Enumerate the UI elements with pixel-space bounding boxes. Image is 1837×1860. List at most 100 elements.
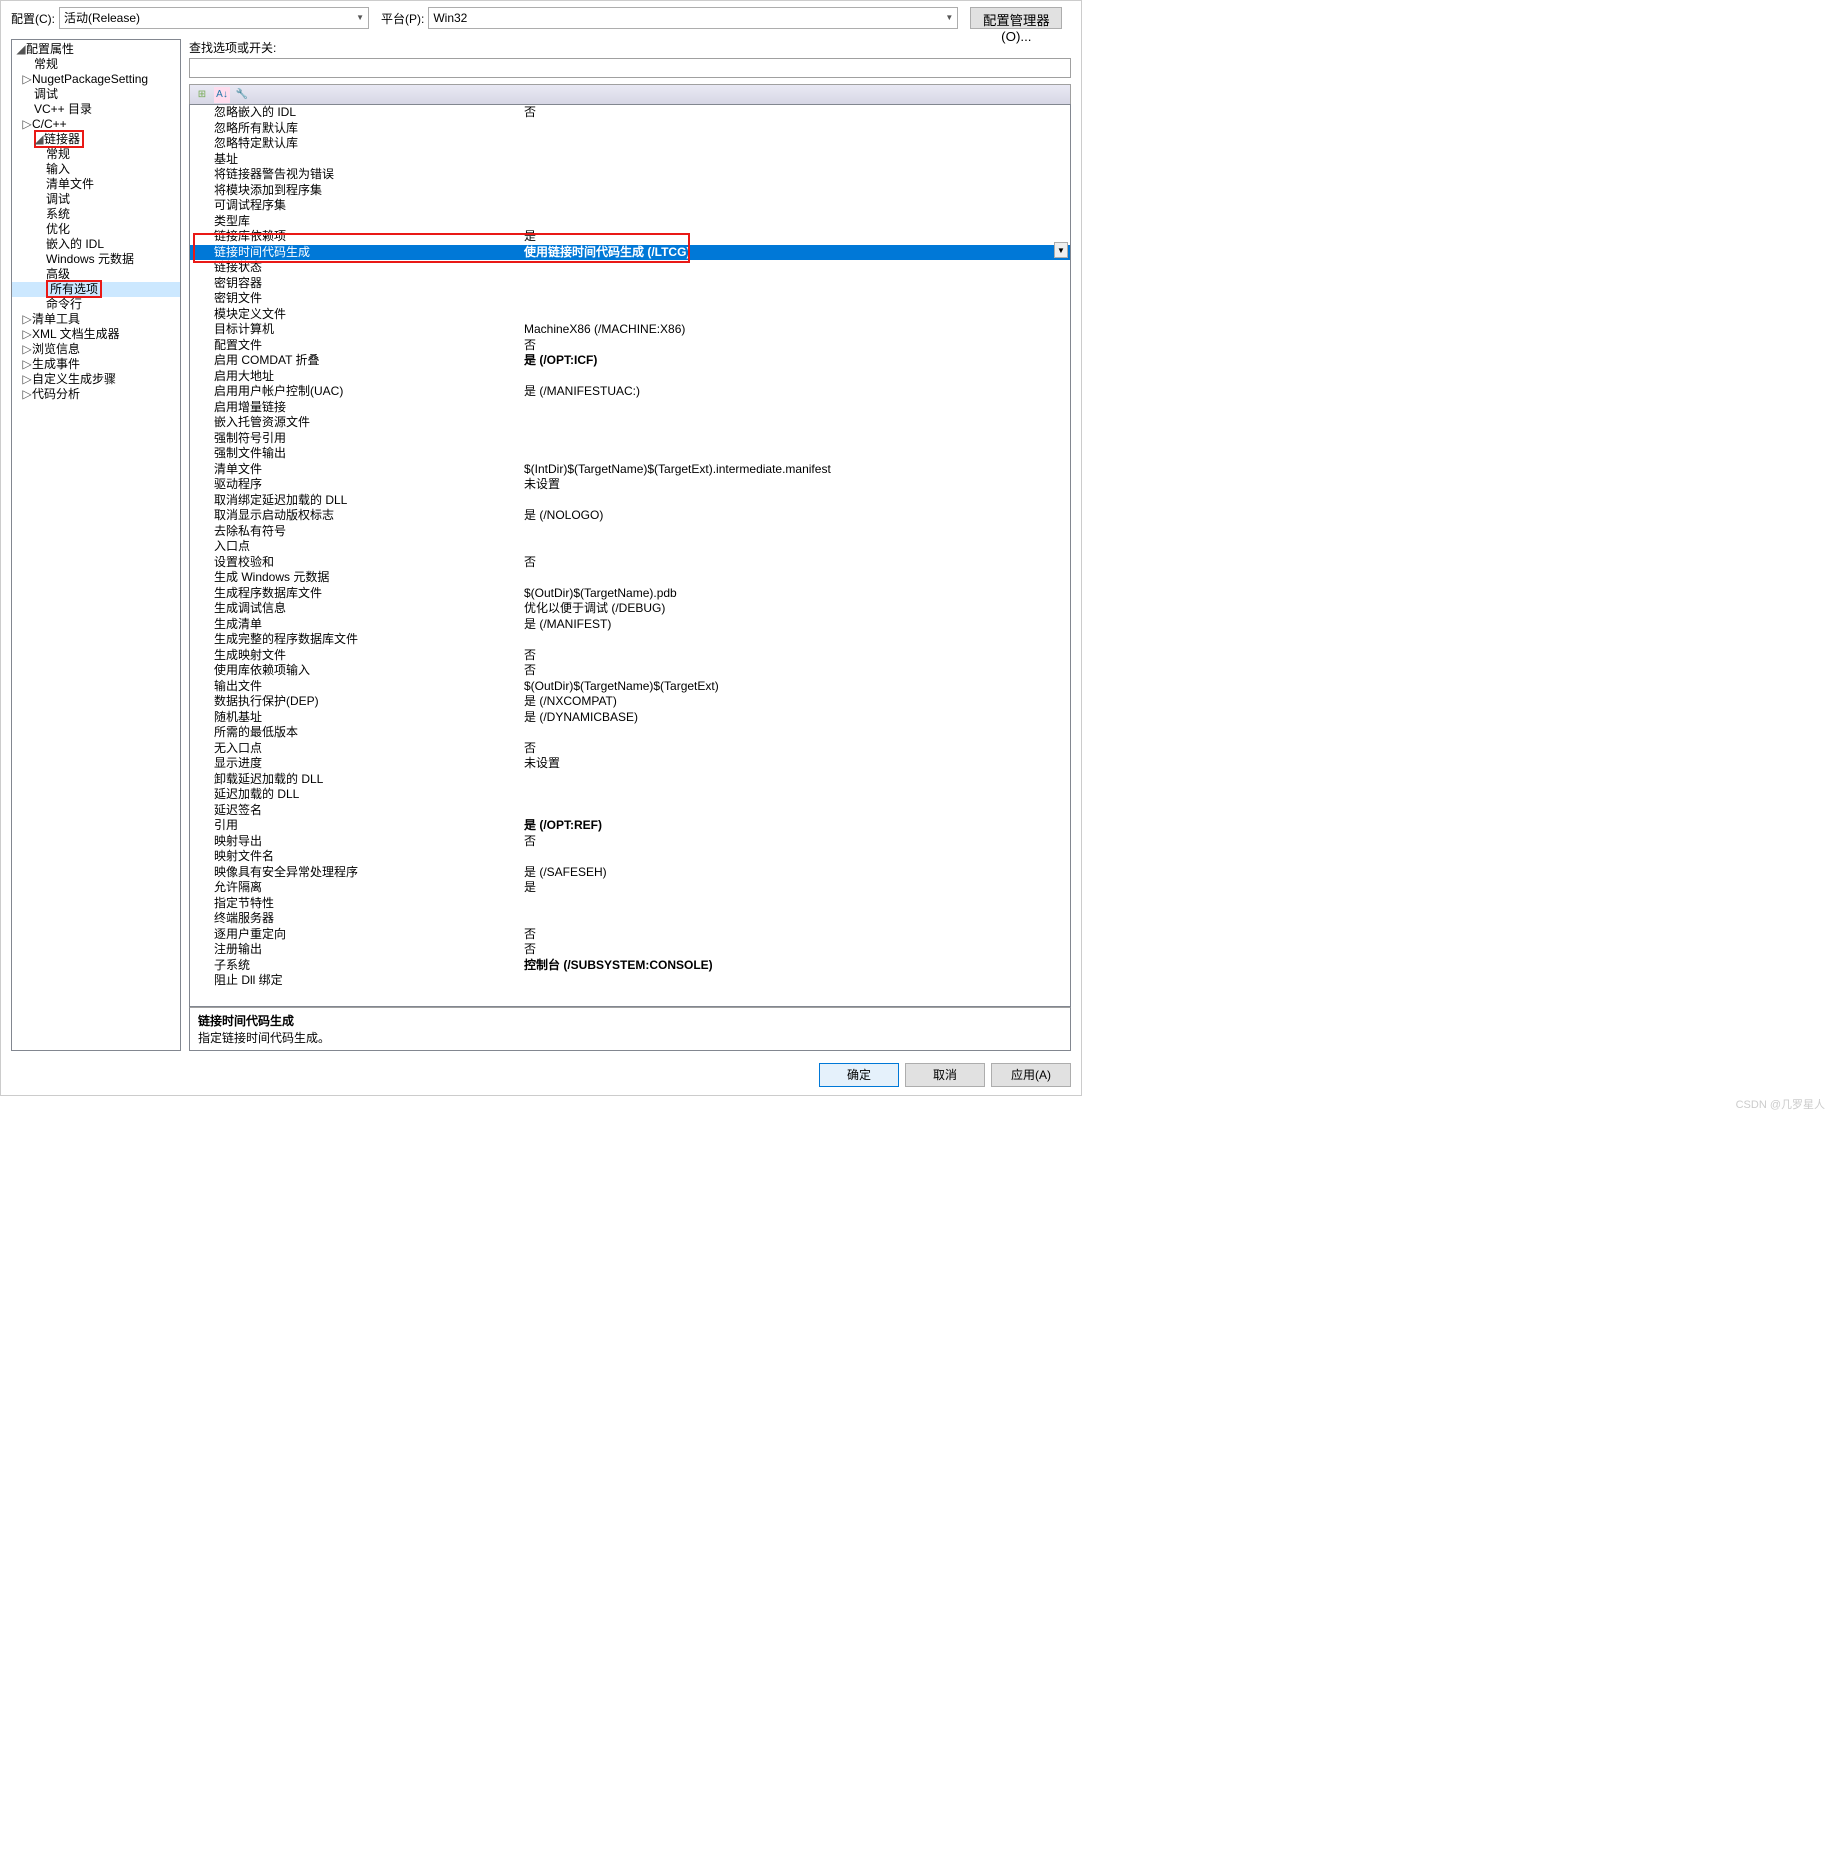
property-value[interactable] bbox=[524, 803, 1070, 819]
property-value[interactable]: 否 bbox=[524, 338, 1070, 354]
property-value[interactable] bbox=[524, 772, 1070, 788]
property-row[interactable]: 入口点 bbox=[190, 539, 1070, 555]
categorized-icon[interactable]: ⊞ bbox=[194, 87, 210, 103]
expand-icon[interactable]: ▷ bbox=[22, 72, 32, 87]
property-row[interactable]: 无入口点否 bbox=[190, 741, 1070, 757]
tree-item[interactable]: VC++ 目录 bbox=[12, 102, 180, 117]
property-row[interactable]: 显示进度未设置 bbox=[190, 756, 1070, 772]
property-row[interactable]: 随机基址是 (/DYNAMICBASE) bbox=[190, 710, 1070, 726]
property-value[interactable] bbox=[524, 198, 1070, 214]
tree-item[interactable]: 优化 bbox=[12, 222, 180, 237]
property-value[interactable] bbox=[524, 152, 1070, 168]
tree-item[interactable]: 常规 bbox=[12, 147, 180, 162]
tree-item[interactable]: 清单文件 bbox=[12, 177, 180, 192]
property-row[interactable]: 模块定义文件 bbox=[190, 307, 1070, 323]
property-value[interactable]: 否 bbox=[524, 648, 1070, 664]
expand-icon[interactable]: ▷ bbox=[22, 387, 32, 402]
property-value[interactable] bbox=[524, 121, 1070, 137]
property-value[interactable] bbox=[524, 446, 1070, 462]
property-row[interactable]: 将模块添加到程序集 bbox=[190, 183, 1070, 199]
property-value[interactable]: 是 bbox=[524, 229, 1070, 245]
tree-item[interactable]: 系统 bbox=[12, 207, 180, 222]
expand-icon[interactable]: ▷ bbox=[22, 117, 32, 132]
platform-dropdown[interactable]: Win32 ▼ bbox=[428, 7, 958, 29]
property-value[interactable]: 是 (/MANIFEST) bbox=[524, 617, 1070, 633]
tree-item[interactable]: 常规 bbox=[12, 57, 180, 72]
property-row[interactable]: 驱动程序未设置 bbox=[190, 477, 1070, 493]
property-value[interactable] bbox=[524, 849, 1070, 865]
tree-item-all-options[interactable]: 所有选项 bbox=[12, 282, 180, 297]
tree-root[interactable]: ◢配置属性 bbox=[12, 42, 180, 57]
property-row[interactable]: 强制文件输出 bbox=[190, 446, 1070, 462]
collapse-icon[interactable]: ◢ bbox=[34, 132, 44, 147]
property-row[interactable]: 输出文件$(OutDir)$(TargetName)$(TargetExt) bbox=[190, 679, 1070, 695]
property-value[interactable] bbox=[524, 291, 1070, 307]
property-value[interactable] bbox=[524, 896, 1070, 912]
property-row[interactable]: 启用大地址 bbox=[190, 369, 1070, 385]
property-value[interactable]: 是 bbox=[524, 880, 1070, 896]
property-row[interactable]: 忽略所有默认库 bbox=[190, 121, 1070, 137]
property-row[interactable]: 注册输出否 bbox=[190, 942, 1070, 958]
apply-button[interactable]: 应用(A) bbox=[991, 1063, 1071, 1087]
property-value[interactable]: 否 bbox=[524, 555, 1070, 571]
property-row[interactable]: 忽略嵌入的 IDL否 bbox=[190, 105, 1070, 121]
property-value[interactable]: 是 (/NOLOGO) bbox=[524, 508, 1070, 524]
property-value[interactable]: 否 bbox=[524, 942, 1070, 958]
property-value[interactable]: 否 bbox=[524, 927, 1070, 943]
ok-button[interactable]: 确定 bbox=[819, 1063, 899, 1087]
property-value[interactable]: 否 bbox=[524, 105, 1070, 121]
tree-item[interactable]: ▷NugetPackageSetting bbox=[12, 72, 180, 87]
property-value[interactable] bbox=[524, 260, 1070, 276]
property-value[interactable]: 控制台 (/SUBSYSTEM:CONSOLE) bbox=[524, 958, 1070, 974]
property-row[interactable]: 生成 Windows 元数据 bbox=[190, 570, 1070, 586]
property-row[interactable]: 链接状态 bbox=[190, 260, 1070, 276]
property-value[interactable] bbox=[524, 136, 1070, 152]
property-value[interactable] bbox=[524, 493, 1070, 509]
property-value[interactable] bbox=[524, 369, 1070, 385]
property-row[interactable]: 启用用户帐户控制(UAC)是 (/MANIFESTUAC:) bbox=[190, 384, 1070, 400]
collapse-icon[interactable]: ◢ bbox=[16, 42, 26, 57]
property-value[interactable]: 是 (/OPT:ICF) bbox=[524, 353, 1070, 369]
property-row[interactable]: 阻止 Dll 绑定 bbox=[190, 973, 1070, 989]
property-row[interactable]: 卸载延迟加载的 DLL bbox=[190, 772, 1070, 788]
property-value[interactable]: 是 (/OPT:REF) bbox=[524, 818, 1070, 834]
nav-tree[interactable]: ◢配置属性 常规 ▷NugetPackageSetting 调试 VC++ 目录… bbox=[11, 39, 181, 1051]
tree-item[interactable]: 调试 bbox=[12, 87, 180, 102]
property-value[interactable] bbox=[524, 431, 1070, 447]
property-row[interactable]: 延迟签名 bbox=[190, 803, 1070, 819]
property-row[interactable]: 将链接器警告视为错误 bbox=[190, 167, 1070, 183]
property-row[interactable]: 取消显示启动版权标志是 (/NOLOGO) bbox=[190, 508, 1070, 524]
property-row[interactable]: 使用库依赖项输入否 bbox=[190, 663, 1070, 679]
property-row[interactable]: 引用是 (/OPT:REF) bbox=[190, 818, 1070, 834]
property-value[interactable] bbox=[524, 570, 1070, 586]
property-value[interactable]: 优化以便于调试 (/DEBUG) bbox=[524, 601, 1070, 617]
property-row[interactable]: 映射文件名 bbox=[190, 849, 1070, 865]
property-row[interactable]: 取消绑定延迟加载的 DLL bbox=[190, 493, 1070, 509]
property-value[interactable] bbox=[524, 276, 1070, 292]
expand-icon[interactable]: ▷ bbox=[22, 327, 32, 342]
value-dropdown-button[interactable]: ▼ bbox=[1054, 242, 1068, 258]
property-value[interactable] bbox=[524, 632, 1070, 648]
tree-item[interactable]: 输入 bbox=[12, 162, 180, 177]
property-row[interactable]: 强制符号引用 bbox=[190, 431, 1070, 447]
property-value[interactable] bbox=[524, 539, 1070, 555]
property-value[interactable] bbox=[524, 973, 1070, 989]
property-value[interactable]: 是 (/NXCOMPAT) bbox=[524, 694, 1070, 710]
property-row[interactable]: 生成完整的程序数据库文件 bbox=[190, 632, 1070, 648]
property-value[interactable] bbox=[524, 911, 1070, 927]
property-row[interactable]: 生成调试信息优化以便于调试 (/DEBUG) bbox=[190, 601, 1070, 617]
property-row[interactable]: 基址 bbox=[190, 152, 1070, 168]
property-row[interactable]: 嵌入托管资源文件 bbox=[190, 415, 1070, 431]
property-row[interactable]: 链接时间代码生成使用链接时间代码生成 (/LTCG) bbox=[190, 245, 1070, 261]
property-value[interactable]: 否 bbox=[524, 834, 1070, 850]
config-dropdown[interactable]: 活动(Release) ▼ bbox=[59, 7, 369, 29]
tree-item-linker[interactable]: ◢链接器 bbox=[12, 132, 180, 147]
search-input[interactable] bbox=[189, 58, 1071, 78]
tree-item[interactable]: ▷自定义生成步骤 bbox=[12, 372, 180, 387]
property-value[interactable] bbox=[524, 524, 1070, 540]
property-row[interactable]: 密钥容器 bbox=[190, 276, 1070, 292]
tree-item[interactable]: ▷生成事件 bbox=[12, 357, 180, 372]
property-value[interactable] bbox=[524, 183, 1070, 199]
property-row[interactable]: 链接库依赖项是 bbox=[190, 229, 1070, 245]
property-value[interactable]: 使用链接时间代码生成 (/LTCG) bbox=[524, 245, 1070, 261]
